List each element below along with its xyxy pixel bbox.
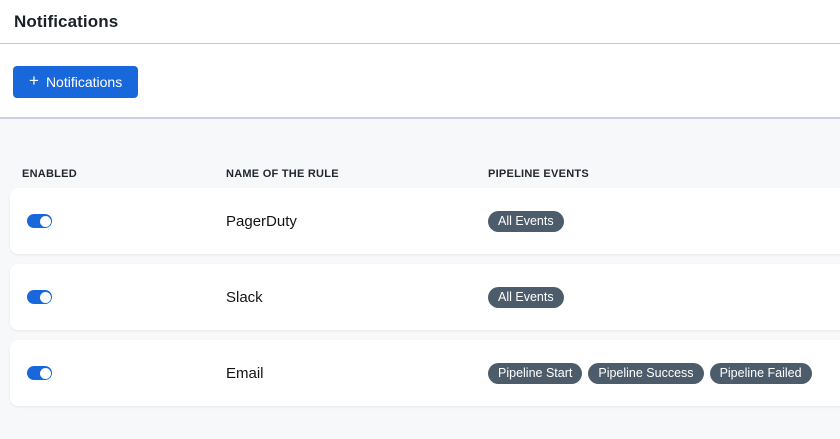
- event-badge: Pipeline Start: [488, 363, 582, 384]
- event-badge: All Events: [488, 287, 564, 308]
- table-body: PagerDuty All Events Slack All Events Em…: [0, 188, 840, 406]
- toolbar: + Notifications: [0, 44, 840, 119]
- rule-name: Email: [226, 365, 488, 382]
- enabled-cell: [22, 366, 226, 380]
- toggle-knob: [40, 292, 51, 303]
- rule-name: Slack: [226, 289, 488, 306]
- enabled-cell: [22, 214, 226, 228]
- table-row[interactable]: Email Pipeline StartPipeline SuccessPipe…: [10, 340, 840, 406]
- toggle-knob: [40, 216, 51, 227]
- rule-name: PagerDuty: [226, 213, 488, 230]
- event-badge: Pipeline Success: [588, 363, 703, 384]
- notifications-page: Notifications + Notifications ENABLED NA…: [0, 0, 840, 439]
- column-header-events: PIPELINE EVENTS: [488, 168, 840, 180]
- pipeline-events: All Events: [488, 211, 840, 232]
- pipeline-events: Pipeline Start Pipeline Success Pipeline F…: [488, 363, 840, 384]
- enabled-toggle[interactable]: [27, 290, 52, 304]
- plus-icon: +: [29, 72, 39, 89]
- column-header-name: NAME OF THE RULE: [226, 168, 488, 180]
- table-header: ENABLED NAME OF THE RULE PIPELINE EVENTS: [0, 119, 840, 188]
- table-row[interactable]: Slack All Events: [10, 264, 840, 330]
- event-badge: Pipeline Failed: [710, 363, 812, 384]
- add-notifications-button[interactable]: + Notifications: [13, 66, 138, 98]
- column-header-enabled: ENABLED: [22, 168, 226, 180]
- pipeline-events: All Events: [488, 287, 840, 308]
- page-header: Notifications: [0, 0, 840, 44]
- enabled-toggle[interactable]: [27, 214, 52, 228]
- page-title: Notifications: [14, 12, 118, 32]
- toggle-knob: [40, 368, 51, 379]
- table-row[interactable]: PagerDuty All Events: [10, 188, 840, 254]
- enabled-toggle[interactable]: [27, 366, 52, 380]
- enabled-cell: [22, 290, 226, 304]
- notifications-table: ENABLED NAME OF THE RULE PIPELINE EVENTS…: [0, 119, 840, 439]
- add-notifications-label: Notifications: [46, 74, 122, 90]
- event-badge: All Events: [488, 211, 564, 232]
